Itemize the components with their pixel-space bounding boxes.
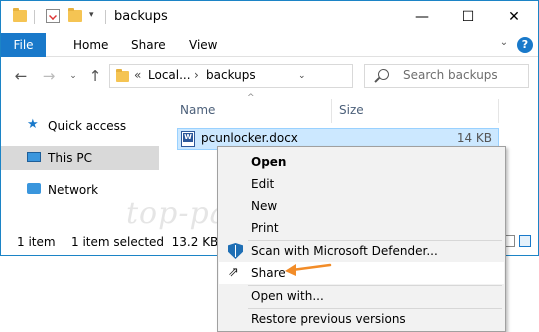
menu-item-open-with[interactable]: Open with... <box>219 285 504 307</box>
back-arrow-icon[interactable]: ← <box>11 66 31 86</box>
window-title: backups <box>114 9 168 24</box>
large-icons-view-icon[interactable] <box>519 235 531 247</box>
menu-item-label: Open <box>251 155 287 169</box>
selection-info: 1 item selected 13.2 KB <box>71 235 219 249</box>
search-icon <box>378 69 389 80</box>
close-button[interactable]: ✕ <box>491 1 537 33</box>
sidebar-item-quick-access[interactable]: ★ Quick access <box>1 114 159 138</box>
maximize-button[interactable]: ☐ <box>445 1 491 33</box>
help-button[interactable]: ? <box>517 37 533 53</box>
menu-item-new[interactable]: New <box>219 195 504 217</box>
column-header-size[interactable]: Size <box>339 103 364 117</box>
up-arrow-icon[interactable]: ↑ <box>85 66 105 86</box>
menu-item-edit[interactable]: Edit <box>219 173 504 195</box>
recent-locations-icon[interactable]: ⌄ <box>63 66 83 86</box>
menu-item-label: New <box>251 199 278 213</box>
defender-shield-icon <box>228 243 243 259</box>
minimize-button[interactable]: — <box>399 1 445 33</box>
search-placeholder: Search backups <box>403 68 498 82</box>
share-icon: ⇗ <box>228 265 239 280</box>
breadcrumb-local[interactable]: Local... <box>148 68 191 82</box>
computer-icon <box>27 152 41 162</box>
sidebar-item-label: Quick access <box>48 119 127 133</box>
menu-item-label: Open with... <box>251 289 324 303</box>
navigation-bar: ← → ⌄ ↑ « Local... › backups ⌄ ↻ Search … <box>1 58 538 94</box>
overflow-chevron[interactable]: « <box>134 68 141 82</box>
tab-file[interactable]: File <box>1 33 46 57</box>
network-icon <box>27 183 41 194</box>
folder-icon <box>116 69 129 82</box>
annotation-arrow-icon <box>285 263 332 276</box>
menu-item-print[interactable]: Print <box>219 217 504 239</box>
tab-home[interactable]: Home <box>73 33 108 57</box>
expand-ribbon-icon[interactable]: ⌄ <box>497 37 511 51</box>
sidebar-item-this-pc[interactable]: This PC <box>1 146 159 170</box>
menu-item-scan-defender[interactable]: Scan with Microsoft Defender... <box>219 240 504 262</box>
address-dropdown-icon[interactable]: ⌄ <box>298 71 306 81</box>
file-size: 14 KB <box>456 131 492 145</box>
menu-item-label: Print <box>251 221 279 235</box>
sort-ascending-icon: ^ <box>247 93 255 103</box>
divider <box>34 10 35 24</box>
column-header-name[interactable]: Name <box>180 103 215 117</box>
column-divider[interactable] <box>498 99 499 123</box>
breadcrumb-backups[interactable]: backups <box>206 68 256 82</box>
folder-icon <box>13 8 27 22</box>
address-bar[interactable]: « Local... › backups ⌄ ↻ <box>109 64 451 88</box>
menu-item-label: Scan with Microsoft Defender... <box>251 244 438 258</box>
context-menu: Open Edit New Print Scan with Microsoft … <box>217 146 506 332</box>
file-name: pcunlocker.docx <box>201 131 298 145</box>
search-box[interactable]: Search backups <box>364 64 529 88</box>
divider <box>105 10 106 24</box>
star-icon: ★ <box>27 117 39 132</box>
item-count: 1 item <box>17 235 56 249</box>
menu-item-open[interactable]: Open <box>219 151 504 173</box>
sidebar-item-label: This PC <box>48 151 92 165</box>
menu-item-label: Edit <box>251 177 275 191</box>
menu-item-label: Restore previous versions <box>251 312 406 326</box>
title-bar[interactable]: ▾ backups — ☐ ✕ <box>1 1 538 33</box>
tab-share[interactable]: Share <box>131 33 166 57</box>
chevron-right-icon: › <box>194 68 199 82</box>
sidebar-item-label: Network <box>48 183 99 197</box>
column-divider[interactable] <box>331 99 332 123</box>
forward-arrow-icon[interactable]: → <box>39 66 59 86</box>
tab-view[interactable]: View <box>189 33 217 57</box>
new-folder-icon[interactable] <box>68 8 82 22</box>
column-headers: ^ Name Size <box>171 93 538 127</box>
customize-toolbar-icon[interactable]: ▾ <box>89 10 94 20</box>
menu-item-share[interactable]: ⇗ Share <box>219 262 504 284</box>
properties-icon[interactable] <box>46 9 60 23</box>
menu-item-restore-previous-versions[interactable]: Restore previous versions <box>219 308 504 330</box>
ribbon-tabs: File Home Share View ⌄ ? <box>1 33 538 57</box>
word-doc-icon <box>181 131 195 147</box>
menu-item-label: Share <box>251 266 286 280</box>
